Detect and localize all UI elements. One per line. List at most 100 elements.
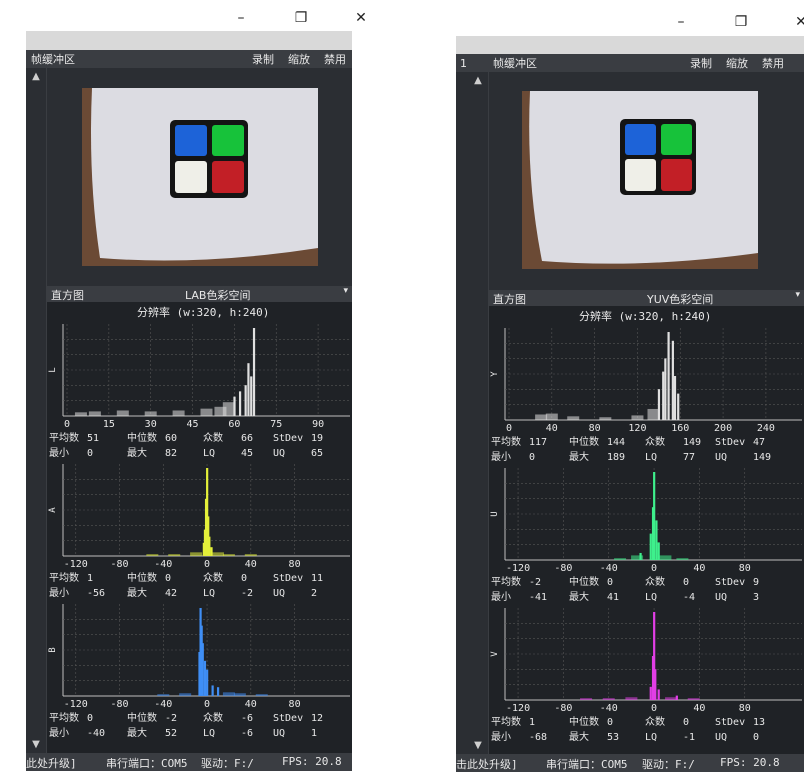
channel-label: B (48, 647, 58, 652)
tick-label: 80 (739, 563, 751, 574)
histogram-bin (599, 417, 612, 420)
histogram-bin (144, 411, 157, 416)
framebuffer-title: 帧缓冲区 (493, 57, 537, 70)
histogram-bin (580, 698, 593, 700)
scroll-down-icon[interactable]: ▼ (30, 739, 42, 751)
histogram-bin (673, 376, 677, 420)
tick-label: 0 (64, 419, 70, 430)
dropdown-icon[interactable]: ▾ (343, 286, 348, 296)
histogram-bar[interactable]: 直方图 LAB色彩空间 ▾ (47, 286, 352, 302)
stat-value: -6 (241, 728, 253, 739)
serial-port-status: 串行端口：COM5 (106, 757, 188, 770)
stat-label: 平均数 (49, 711, 79, 724)
close-icon[interactable]: ✕ (786, 14, 804, 30)
tick-label: 80 (289, 699, 301, 710)
tick-label: 0 (204, 559, 210, 570)
stat-label: 最小 (49, 727, 69, 739)
tick-label: -80 (554, 563, 572, 574)
histogram-bin (74, 412, 87, 416)
histogram-bin (649, 533, 652, 560)
zoom-button[interactable]: 缩放 (726, 55, 748, 71)
upgrade-link[interactable]: 击此处升级] (456, 756, 518, 772)
histogram-bin (667, 332, 670, 420)
stat-value: 0 (683, 717, 689, 728)
framebuffer-view (47, 68, 352, 286)
stat-value: 0 (87, 448, 93, 459)
scroll-down-icon[interactable]: ▼ (472, 740, 484, 752)
histogram-bin (639, 552, 642, 560)
stat-value: 117 (529, 437, 547, 448)
stat-value: 42 (165, 588, 177, 599)
zoom-button[interactable]: 缩放 (288, 51, 310, 67)
maximize-icon[interactable]: ❐ (726, 14, 756, 30)
histogram-bin (657, 389, 661, 420)
drive-status: 驱动：F:/ (201, 757, 254, 770)
histogram-bar[interactable]: 直方图 YUV色彩空间 ▾ (489, 290, 804, 306)
scroll-up-icon[interactable]: ▲ (472, 75, 484, 87)
histogram-bin (676, 558, 689, 560)
stat-value: -6 (241, 713, 253, 724)
scrollbar[interactable]: ▲ ▼ (468, 72, 489, 754)
tick-label: -40 (600, 563, 618, 574)
channel-y: 0 40 80 120 160 200 240 Y 平均数 117 中位数 144 众数 149 StDev… (490, 328, 802, 463)
histogram-bin (233, 396, 236, 416)
color-space-select[interactable]: YUV色彩空间 (647, 291, 713, 307)
upgrade-link[interactable]: 此处升级] (26, 755, 77, 771)
histogram-bin (88, 411, 101, 416)
stat-value: 0 (241, 573, 247, 584)
stat-value: 1 (529, 717, 535, 728)
tick-label: 80 (589, 423, 601, 434)
stat-label: UQ (273, 728, 285, 739)
framebuffer-title: 帧缓冲区 (31, 53, 75, 66)
stat-value: -1 (683, 732, 695, 743)
toolbar-strip (456, 36, 804, 54)
stat-label: 中位数 (127, 431, 157, 444)
histogram-bin (233, 693, 246, 696)
channel-u: -120 -80 -40 0 40 80U平均数 -2 中位数 0 众数 0 StDev 9最小 -41 最… (490, 468, 802, 603)
stat-value: -2 (165, 713, 177, 724)
toolbar-strip (26, 31, 352, 50)
stat-value: -2 (241, 588, 253, 599)
stat-label: 中位数 (127, 711, 157, 724)
stat-label: 众数 (645, 435, 665, 448)
histogram-bin (655, 520, 658, 560)
drive-status: 驱动：F:/ (642, 758, 695, 771)
stat-value: 1 (87, 573, 93, 584)
histogram-bin (651, 507, 655, 560)
channel-a: -120 -80 -40 0 40 80A平均数 1 中位数 0 众数 0 StDev 11最小 -56 最… (48, 464, 350, 599)
dropdown-icon[interactable]: ▾ (795, 290, 800, 300)
histogram-bin (614, 558, 627, 560)
channel-label: V (490, 651, 500, 657)
histogram-bin (252, 328, 256, 416)
channel-l: 0 15 30 45 60 75 90 L 平均数 51 中位数 60 众数 66 StDev 19 最小 0 最大… (48, 324, 350, 459)
histogram-bin (222, 554, 235, 556)
channel-label: A (48, 507, 58, 513)
minimize-icon[interactable]: – (666, 14, 696, 30)
minimize-icon[interactable]: – (226, 10, 256, 26)
stat-label: StDev (715, 437, 745, 448)
stat-value: 41 (607, 592, 619, 603)
stat-value: 2 (311, 588, 317, 599)
histogram-bin (659, 555, 672, 560)
tick-label: 0 (204, 699, 210, 710)
close-icon[interactable]: ✕ (346, 10, 376, 26)
maximize-icon[interactable]: ❐ (286, 10, 316, 26)
scroll-up-icon[interactable]: ▲ (30, 71, 42, 83)
histogram-bin (255, 694, 268, 696)
scrollbar[interactable]: ▲ ▼ (26, 68, 47, 753)
histogram-bin (677, 393, 680, 420)
stat-label: 众数 (645, 715, 665, 728)
histogram-bin (210, 547, 213, 556)
stat-value: 60 (165, 433, 177, 444)
stat-label: 最大 (569, 590, 589, 603)
histogram-label: 直方图 (51, 289, 84, 302)
record-button[interactable]: 录制 (690, 55, 712, 71)
disable-button[interactable]: 禁用 (324, 51, 346, 67)
stat-label: 中位数 (569, 715, 599, 728)
record-button[interactable]: 录制 (252, 51, 274, 67)
disable-button[interactable]: 禁用 (762, 55, 784, 71)
stat-value: 66 (241, 433, 253, 444)
stat-value: 149 (753, 452, 771, 463)
color-space-select[interactable]: LAB色彩空间 (185, 287, 250, 303)
stat-label: 中位数 (569, 435, 599, 448)
